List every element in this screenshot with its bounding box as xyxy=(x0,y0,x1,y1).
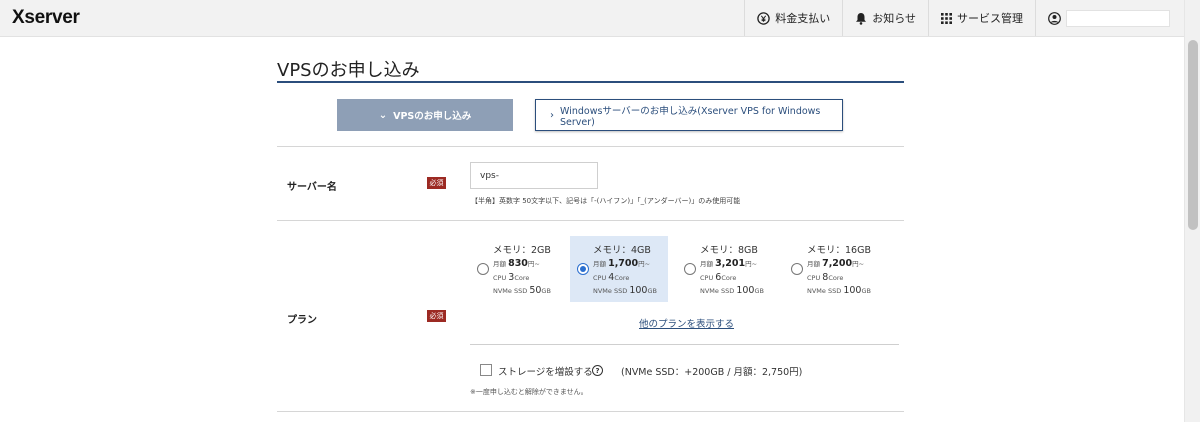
help-icon[interactable]: ? xyxy=(592,365,603,376)
plan-option-2gb[interactable]: メモリ：2GB 月額 830円~ CPU 3Core NVMe SSD 50GB xyxy=(470,236,568,302)
plan-ssd: 50 xyxy=(529,285,542,296)
price-unit: 円~ xyxy=(527,260,540,268)
bell-icon xyxy=(856,12,867,25)
plan-option-8gb[interactable]: メモリ：8GB 月額 3,201円~ CPU 6Core NVMe SSD 10… xyxy=(677,236,775,302)
grid-icon xyxy=(941,12,952,24)
plan-price: 830 xyxy=(508,258,528,269)
section-divider xyxy=(277,411,904,412)
ssd-unit: GB xyxy=(541,287,551,295)
plan-option-4gb[interactable]: メモリ：4GB 月額 1,700円~ CPU 4Core NVMe SSD 10… xyxy=(570,236,668,302)
ssd-label: NVMe SSD xyxy=(807,287,842,295)
core-unit: Core xyxy=(514,274,530,282)
monthly-label: 月額 xyxy=(700,260,713,268)
core-unit: Core xyxy=(721,274,737,282)
price-unit: 円~ xyxy=(745,260,758,268)
tab-vps-order-label: VPSのお申し込み xyxy=(393,111,472,122)
ssd-unit: GB xyxy=(754,287,764,295)
plan-option-16gb[interactable]: メモリ：16GB 月額 7,200円~ CPU 8Core NVMe SSD 1… xyxy=(784,236,882,302)
top-header: Xserver 料金支払い お知らせ サービス管理 xyxy=(0,0,1184,37)
plan-memory: メモリ：8GB xyxy=(700,245,758,256)
plan-radio[interactable] xyxy=(791,263,803,275)
server-name-hint: 【半角】英数字 50文字以下、記号は「-(ハイフン)」「_(アンダーバー)」のみ… xyxy=(471,197,741,205)
chevron-right-icon: › xyxy=(550,109,554,121)
plan-memory: メモリ：2GB xyxy=(493,245,551,256)
plan-memory: メモリ：16GB xyxy=(807,245,871,256)
nav-notice[interactable]: お知らせ xyxy=(842,0,928,36)
monthly-label: 月額 xyxy=(493,260,506,268)
tab-vps-order[interactable]: ⌄ VPSのお申し込み xyxy=(337,99,513,131)
nav-service-label: サービス管理 xyxy=(957,12,1023,25)
user-menu[interactable] xyxy=(1035,0,1184,36)
price-unit: 円~ xyxy=(638,260,651,268)
plan-inner-divider xyxy=(470,344,899,345)
page-title: VPSのお申し込み xyxy=(277,60,420,81)
monthly-label: 月額 xyxy=(593,260,606,268)
storage-checkbox-label[interactable]: ストレージを増設する xyxy=(498,364,593,378)
plan-ssd: 100 xyxy=(843,285,862,296)
plan-price: 7,200 xyxy=(822,258,853,269)
ssd-label: NVMe SSD xyxy=(700,287,735,295)
xserver-logo[interactable]: Xserver xyxy=(12,7,80,29)
section-divider xyxy=(277,146,904,147)
nav-payment-label: 料金支払い xyxy=(775,12,831,25)
header-nav: 料金支払い お知らせ サービス管理 xyxy=(744,0,1184,36)
cpu-label: CPU xyxy=(593,274,607,282)
user-circle-icon xyxy=(1048,11,1061,25)
chevron-down-icon: ⌄ xyxy=(378,109,388,121)
tab-windows-order[interactable]: › Windowsサーバーのお申し込み(Xserver VPS for Wind… xyxy=(535,99,843,131)
scrollbar-thumb[interactable] xyxy=(1188,40,1198,230)
cancel-note: ※一度申し込むと解除ができません。 xyxy=(470,388,588,396)
storage-checkbox[interactable] xyxy=(480,364,492,376)
core-unit: Core xyxy=(828,274,844,282)
page-scrollbar[interactable] xyxy=(1184,0,1200,422)
ssd-unit: GB xyxy=(647,287,657,295)
server-name-input[interactable] xyxy=(470,162,598,189)
storage-price-note: (NVMe SSD：+200GB / 月額：2,750円) xyxy=(621,367,803,378)
plan-memory: メモリ：4GB xyxy=(593,245,651,256)
plan-radio[interactable] xyxy=(684,263,696,275)
plan-price: 3,201 xyxy=(715,258,746,269)
plan-options: メモリ：2GB 月額 830円~ CPU 3Core NVMe SSD 50GB… xyxy=(470,236,900,302)
cpu-label: CPU xyxy=(493,274,507,282)
core-unit: Core xyxy=(614,274,630,282)
title-underline xyxy=(277,81,904,83)
ssd-unit: GB xyxy=(861,287,871,295)
tab-windows-order-label: Windowsサーバーのお申し込み(Xserver VPS for Window… xyxy=(560,105,821,128)
cpu-label: CPU xyxy=(807,274,821,282)
nav-service[interactable]: サービス管理 xyxy=(928,0,1035,36)
ssd-label: NVMe SSD xyxy=(593,287,628,295)
plan-ssd: 100 xyxy=(629,285,648,296)
required-badge: 必須 xyxy=(427,310,446,322)
plan-ssd: 100 xyxy=(736,285,755,296)
cpu-label: CPU xyxy=(700,274,714,282)
plan-radio[interactable] xyxy=(577,263,589,275)
ssd-label: NVMe SSD xyxy=(493,287,528,295)
price-unit: 円~ xyxy=(852,260,865,268)
username-box[interactable] xyxy=(1066,9,1170,27)
section-divider xyxy=(277,220,904,221)
nav-notice-label: お知らせ xyxy=(872,12,916,25)
server-name-label: サーバー名 xyxy=(287,182,337,193)
yen-coin-icon xyxy=(757,11,770,25)
nav-payment[interactable]: 料金支払い xyxy=(744,0,842,36)
show-more-plans-link[interactable]: 他のプランを表示する xyxy=(639,316,734,330)
required-badge: 必須 xyxy=(427,177,446,189)
plan-label: プラン xyxy=(287,315,317,326)
monthly-label: 月額 xyxy=(807,260,820,268)
plan-price: 1,700 xyxy=(608,258,639,269)
plan-radio[interactable] xyxy=(477,263,489,275)
